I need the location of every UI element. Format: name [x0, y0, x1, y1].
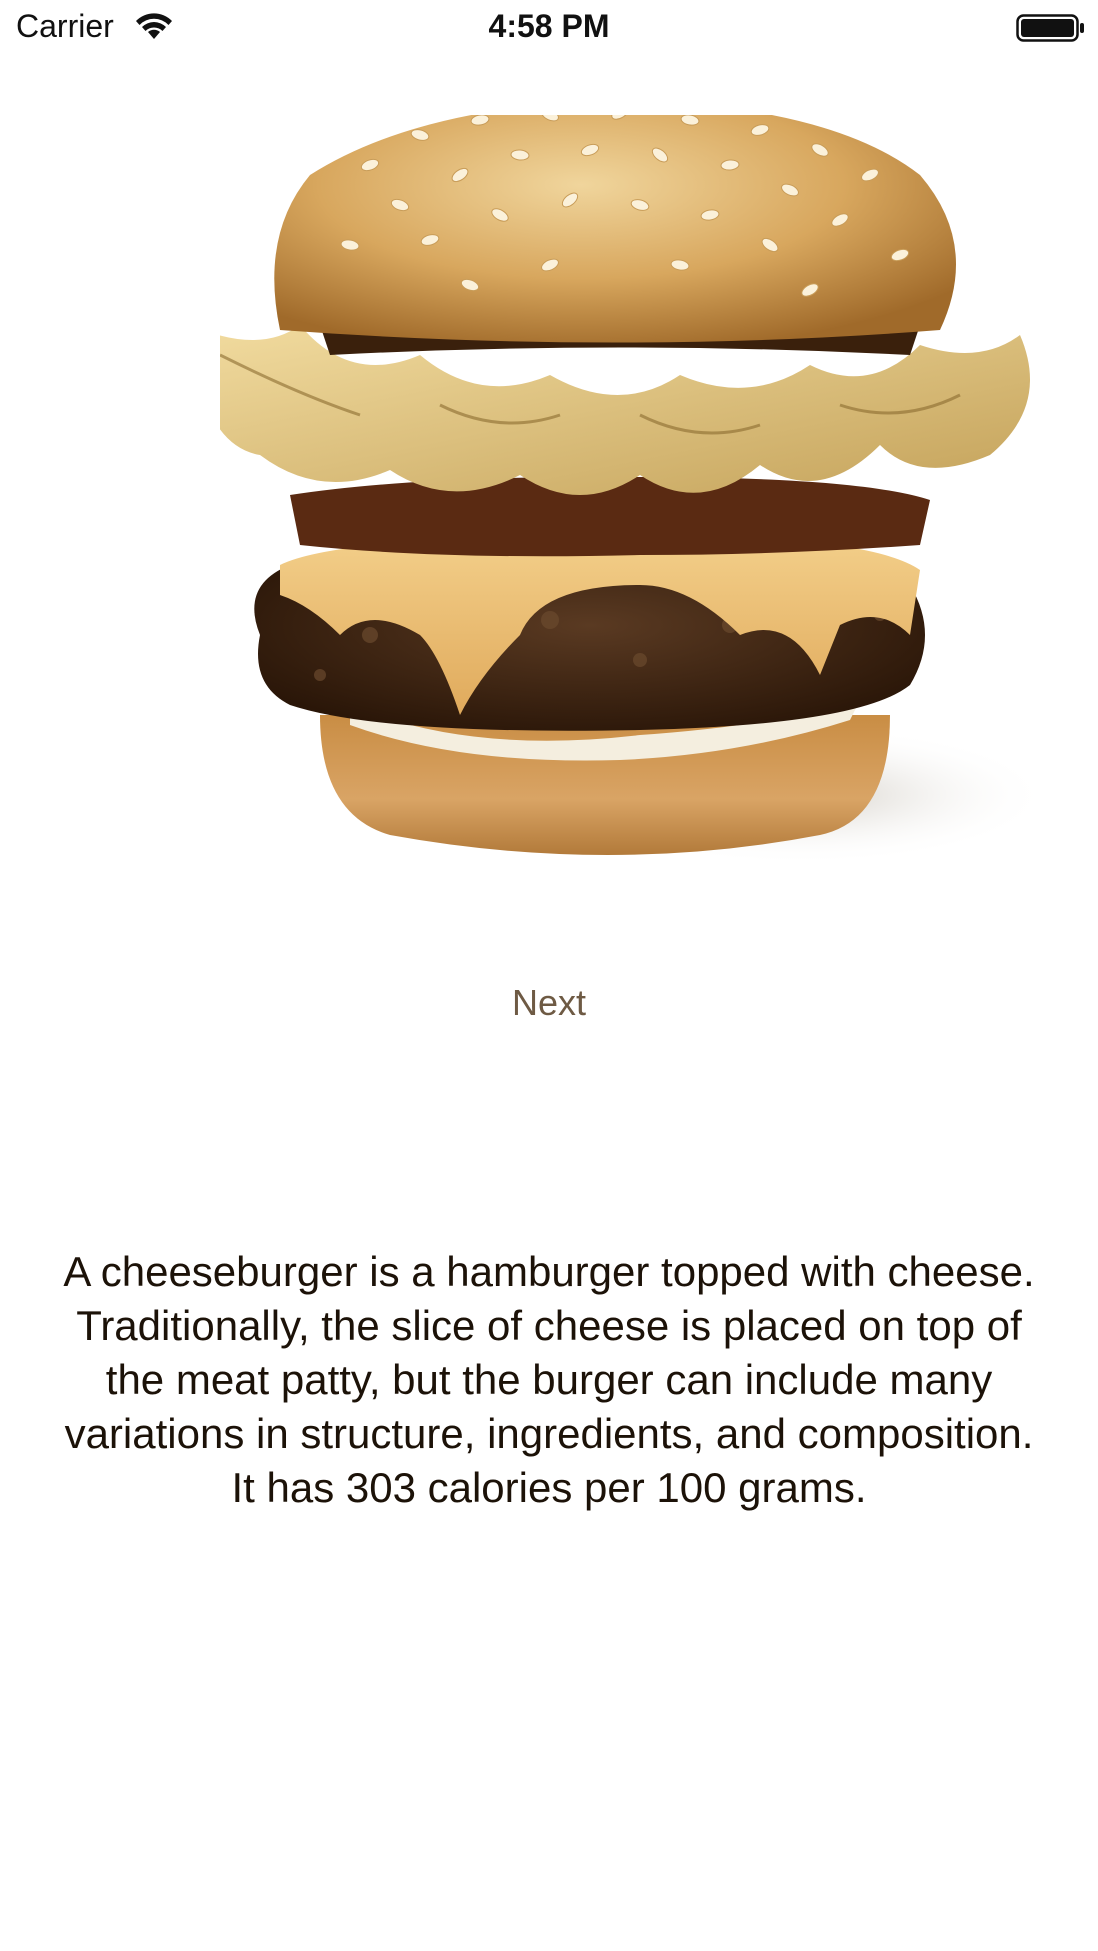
description-paragraph: A cheeseburger is a hamburger topped wit…	[63, 1248, 1035, 1457]
calories-text: It has 303 calories per 100 grams.	[231, 1464, 867, 1511]
next-button[interactable]: Next	[449, 975, 649, 1031]
status-time: 4:58 PM	[488, 8, 610, 44]
description-text: A cheeseburger is a hamburger topped wit…	[60, 1245, 1038, 1515]
cheeseburger-image	[220, 115, 1040, 865]
battery-icon	[1016, 14, 1084, 42]
status-bar: Carrier 4:58 PM	[0, 0, 1098, 56]
